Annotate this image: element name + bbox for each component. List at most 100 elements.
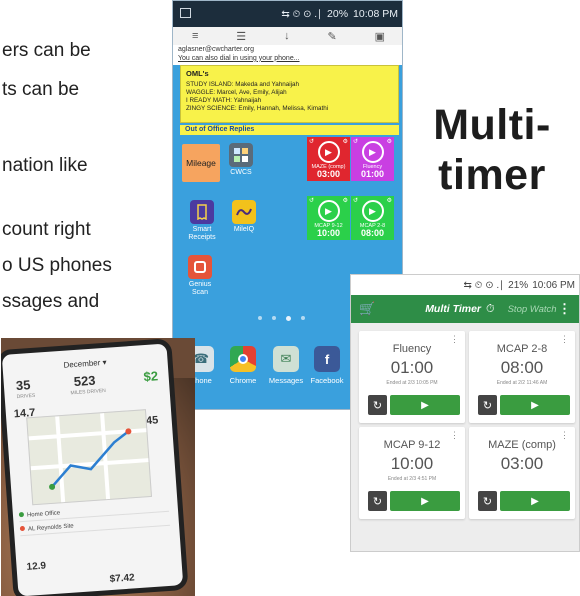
app-label: MileIQ: [233, 226, 255, 233]
note-line: STUDY ISLAND: Makeda and Yahnaijah: [186, 80, 300, 88]
page-indicator: [258, 316, 305, 321]
ooo-note-widget[interactable]: Out of Office Replies: [180, 125, 399, 135]
dock-facebook[interactable]: f Facebook: [308, 346, 346, 385]
play-icon[interactable]: ▶: [361, 141, 384, 163]
timer-time: 08:00: [360, 228, 385, 238]
card-menu-icon[interactable]: ⋮: [450, 334, 459, 345]
stopwatch-tab[interactable]: Stop Watch: [508, 304, 557, 315]
body-text-line: o US phones: [2, 255, 112, 276]
reset-button[interactable]: ↻: [478, 395, 497, 415]
note-line: ZINGY SCIENCE: Emily, Hannah, Melissa, K…: [186, 104, 329, 112]
page-dot: [272, 316, 276, 320]
timer-time: 03:00: [316, 169, 341, 179]
value-amount: $2: [143, 368, 159, 385]
timer-ended: Ended at 2/2 11:46 AM: [496, 380, 548, 386]
play-icon[interactable]: ▶: [317, 200, 340, 222]
status-bar: ⇆ ⏲ ⊙ .∣ 20% 10:08 PM: [173, 1, 402, 27]
receipt-icon: [190, 200, 214, 224]
voice-icon[interactable]: ↓: [284, 30, 290, 42]
timer-widget[interactable]: ↺ ⚙ ▶ MAZE (comp) 03:00: [307, 137, 350, 181]
app-smart-receipts[interactable]: Smart Receipts: [184, 200, 220, 241]
settings-icon[interactable]: ⚙: [343, 197, 348, 204]
reset-button[interactable]: ↻: [478, 491, 497, 511]
play-button[interactable]: ▶: [500, 395, 570, 415]
text-format-icon[interactable]: ≡: [192, 30, 198, 42]
drive-amount: $7.42: [109, 572, 136, 586]
end-location: AL Reynolds Site: [27, 523, 74, 533]
start-dot-icon: [18, 511, 25, 518]
timer-ended: Ended at 2/3 10:05 PM: [386, 380, 438, 386]
timer-time: 10:00: [316, 228, 341, 238]
app-label: Smart Receipts: [188, 226, 216, 241]
timer-widget[interactable]: ↺ ⚙ ▶ Fluency 01:00: [351, 137, 394, 181]
app-genius-scan[interactable]: Genius Scan: [180, 255, 220, 296]
note-line: I READY MATH: Yahnaijah: [186, 96, 262, 104]
battery-level: 21%: [508, 279, 529, 291]
dock-messages[interactable]: ✉ Messages: [266, 346, 306, 385]
play-button[interactable]: ▶: [500, 491, 570, 511]
timer-time: 10:00: [390, 454, 434, 473]
pen-icon[interactable]: ✎: [327, 30, 336, 43]
reset-button[interactable]: ↻: [368, 491, 387, 511]
dock-label: Facebook: [310, 376, 344, 385]
mileage-shortcut[interactable]: Mileage: [182, 144, 220, 182]
chrome-icon: [230, 346, 256, 372]
dock-label: Chrome: [229, 376, 257, 385]
miles-count: 523: [73, 372, 96, 390]
email-widget[interactable]: aglasner@cwcharter.org You can also dial…: [173, 45, 402, 65]
play-button[interactable]: ▶: [390, 491, 460, 511]
timer-card[interactable]: ⋮ MAZE (comp) 03:00 ↻ ▶: [469, 427, 575, 519]
reset-icon[interactable]: ↺: [309, 138, 314, 145]
timer-widget[interactable]: ↺ ⚙ ▶ MCAP 2-8 08:00: [351, 196, 394, 240]
reset-button[interactable]: ↻: [368, 395, 387, 415]
play-icon[interactable]: ▶: [317, 141, 340, 163]
play-button[interactable]: ▶: [390, 395, 460, 415]
reset-icon[interactable]: ↺: [353, 197, 358, 204]
app-mileiq[interactable]: MileIQ: [228, 200, 260, 234]
card-menu-icon[interactable]: ⋮: [560, 430, 569, 441]
timer-widget[interactable]: ↺ ⚙ ▶ MCAP 9-12 10:00: [307, 196, 350, 240]
route-map[interactable]: [26, 409, 153, 506]
dock-chrome[interactable]: Chrome: [226, 346, 260, 385]
timer-ended: Ended at 2/3 4:51 PM: [387, 476, 437, 482]
headline-line: timer: [438, 151, 546, 199]
start-location: Home Office: [26, 510, 61, 519]
note-toolbar: ≡ ☰ ↓ ✎ ▣: [173, 27, 402, 45]
overflow-menu-icon[interactable]: ⋮: [558, 301, 571, 317]
checklist-icon[interactable]: ☰: [236, 30, 246, 43]
settings-icon[interactable]: ⚙: [387, 197, 392, 204]
body-text-line: nation like: [2, 155, 88, 176]
dock-label: Messages: [268, 376, 304, 385]
note-title: OML's: [186, 69, 209, 78]
reset-icon[interactable]: ↺: [309, 197, 314, 204]
reset-icon[interactable]: ↺: [353, 138, 358, 145]
sticky-note-widget[interactable]: OML's STUDY ISLAND: Makeda and Yahnaijah…: [180, 65, 399, 123]
timer-card[interactable]: ⋮ MCAP 9-12 10:00 Ended at 2/3 4:51 PM ↻…: [359, 427, 465, 519]
settings-icon[interactable]: ⚙: [343, 138, 348, 145]
timer-tab-icon[interactable]: ⏱: [486, 303, 495, 316]
battery-level: 20%: [327, 8, 349, 20]
body-text-line: ssages and: [2, 291, 100, 312]
page-dot: [301, 316, 305, 320]
card-menu-icon[interactable]: ⋮: [450, 430, 459, 441]
timer-ended: [469, 476, 575, 483]
status-bar: ⇆ ⏲ ⊙ .∣ 21% 10:06 PM: [351, 275, 579, 295]
email-address: aglasner@cwcharter.org: [178, 46, 254, 53]
cart-icon[interactable]: 🛒: [359, 301, 375, 317]
status-icons: ⇆ ⏲ ⊙ .∣: [281, 8, 323, 20]
card-menu-icon[interactable]: ⋮: [560, 334, 569, 345]
app-cwcs[interactable]: CWCS: [226, 143, 256, 177]
drive-miles: 12.9: [26, 560, 47, 573]
app-bar: 🛒 Multi Timer ⏱ Stop Watch ⋮: [351, 295, 579, 323]
timer-time: 03:00: [500, 454, 544, 473]
play-icon[interactable]: ▶: [361, 200, 384, 222]
timer-card[interactable]: ⋮ MCAP 2-8 08:00 Ended at 2/2 11:46 AM ↻…: [469, 331, 575, 423]
drives-label: DRIVES: [16, 392, 36, 401]
body-text-line: count right: [2, 219, 91, 240]
camera-icon[interactable]: ▣: [375, 30, 385, 43]
timer-time: 01:00: [360, 169, 385, 179]
timer-time: 08:00: [500, 358, 544, 377]
settings-icon[interactable]: ⚙: [387, 138, 392, 145]
timer-card[interactable]: ⋮ Fluency 01:00 Ended at 2/3 10:05 PM ↻ …: [359, 331, 465, 423]
mileiq-icon: [232, 200, 256, 224]
